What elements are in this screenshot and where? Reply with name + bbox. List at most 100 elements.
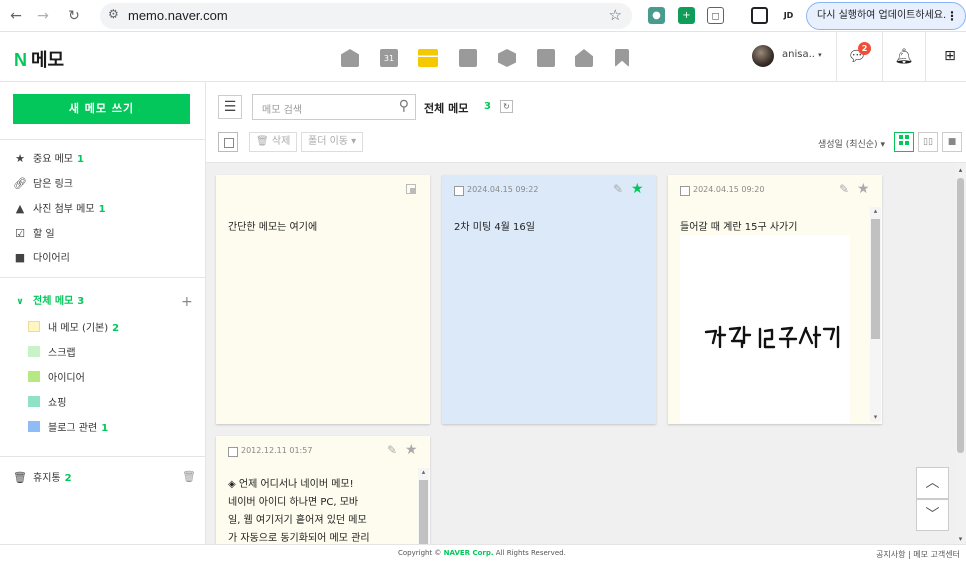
- bell-icon[interactable]: 🔔︎: [893, 45, 915, 67]
- delete-button[interactable]: 🗑︎ 삭제: [249, 132, 298, 152]
- scroll-top-button[interactable]: ︿: [916, 467, 949, 499]
- star-icon[interactable]: ★: [631, 181, 644, 197]
- folder-color-swatch: [28, 396, 40, 407]
- sidebar-item-todo[interactable]: ☑ 할 일: [13, 225, 59, 243]
- folder-shopping[interactable]: 쇼핑: [28, 395, 70, 413]
- folder-idea[interactable]: 아이디어: [28, 370, 89, 388]
- profile-initials[interactable]: JD: [780, 7, 797, 24]
- new-memo-button[interactable]: 새 메모 쓰기: [13, 94, 190, 124]
- back-arrow-icon[interactable]: ←: [6, 6, 26, 26]
- calendar-service-icon[interactable]: 31: [380, 49, 398, 67]
- sidebar-item-all-memo[interactable]: ∨ 전체 메모 3: [13, 293, 84, 311]
- select-all-checkbox[interactable]: [218, 132, 238, 152]
- scroll-up-icon[interactable]: ▴: [955, 165, 966, 175]
- memo-scrollbar[interactable]: ▴: [418, 468, 429, 544]
- username[interactable]: anisa.. ▾: [782, 49, 822, 60]
- scroll-up-icon[interactable]: ▴: [419, 468, 428, 477]
- memo-main: ☰ 메모 검색 ⚲ 전체 메모 3 ↻ 🗑︎ 삭제 폴더 이동 ▾ 생성일 (최…: [206, 82, 966, 544]
- sidebar-item-photo-memo[interactable]: ▲ 사진 첨부 메모 1: [13, 200, 106, 218]
- memo-card[interactable]: 2024.04.15 09:22 ✎ ★ 2차 미팅 4월 16일: [442, 175, 656, 424]
- diary-icon: ■: [14, 251, 26, 264]
- memo-scrollbar[interactable]: ▴ ▾: [870, 207, 881, 422]
- footer-links[interactable]: 공지사항 | 메모 고객센터: [876, 549, 960, 560]
- scroll-up-icon[interactable]: ▴: [871, 207, 880, 216]
- memo-card[interactable]: 간단한 메모는 여기에: [216, 175, 430, 424]
- edit-pencil-icon[interactable]: ✎: [613, 182, 623, 196]
- star-icon[interactable]: ★: [405, 442, 418, 458]
- memo-card-header: [216, 175, 430, 205]
- handwriting-image: [680, 235, 850, 423]
- update-browser-button[interactable]: 다시 실행하여 업데이트하세요. ⋮: [806, 2, 966, 30]
- site-info-icon[interactable]: ⚙: [108, 7, 119, 21]
- add-folder-icon[interactable]: +: [181, 294, 193, 310]
- memo-service-icon[interactable]: [418, 49, 438, 67]
- url-text[interactable]: memo.naver.com: [128, 8, 228, 23]
- extension-icon[interactable]: ●: [648, 7, 665, 24]
- scroll-down-icon[interactable]: ▾: [871, 413, 880, 422]
- copyright: Copyright © NAVER Corp. All Rights Reser…: [398, 549, 566, 557]
- page-scrollbar[interactable]: ▴ ▾: [955, 163, 966, 544]
- chat-badge: 2: [858, 42, 871, 55]
- chevron-down-icon: ﹀: [925, 507, 940, 523]
- edit-pencil-icon[interactable]: ✎: [387, 443, 397, 457]
- sort-dropdown[interactable]: 생성일 (최신순) ▾: [818, 137, 885, 150]
- memo-checkbox[interactable]: [454, 186, 464, 196]
- view-single-button[interactable]: ■: [942, 132, 962, 152]
- memo-checkbox[interactable]: [228, 447, 238, 457]
- reload-icon[interactable]: ↻: [64, 6, 84, 26]
- search-icon[interactable]: ⚲: [399, 98, 409, 114]
- memo-checkbox[interactable]: [680, 186, 690, 196]
- side-panel-icon[interactable]: [751, 7, 768, 24]
- memo-line: 네이버 아이디 하나면 PC, 모바: [228, 497, 359, 508]
- footer: Copyright © NAVER Corp. All Rights Reser…: [0, 544, 966, 561]
- folder-count: 3: [484, 101, 491, 112]
- scroll-bottom-button[interactable]: ﹀: [916, 499, 949, 531]
- empty-trash-icon[interactable]: 🗑︎: [182, 470, 196, 483]
- folder-color-swatch: [28, 346, 40, 357]
- scroll-thumb[interactable]: [871, 219, 880, 339]
- box-service-icon[interactable]: [498, 49, 516, 67]
- mail-service-icon[interactable]: [341, 49, 359, 67]
- todo-service-icon[interactable]: [537, 49, 555, 67]
- folder-blog[interactable]: 블로그 관련 1: [28, 420, 108, 438]
- bookmark-service-icon[interactable]: [615, 49, 629, 67]
- address-bar[interactable]: ⚙ memo.naver.com ☆: [100, 3, 632, 29]
- folder-color-swatch: [28, 321, 40, 332]
- bookmark-star-icon[interactable]: ☆: [609, 6, 622, 24]
- view-grid-button[interactable]: [894, 132, 914, 152]
- star-icon[interactable]: ★: [857, 181, 870, 197]
- search-input[interactable]: 메모 검색 ⚲: [252, 94, 416, 120]
- scroll-thumb[interactable]: [419, 480, 428, 544]
- expand-icon[interactable]: [406, 184, 416, 194]
- view-columns-button[interactable]: ▯▯: [918, 132, 938, 152]
- memo-date: 2024.04.15 09:22: [467, 185, 539, 194]
- memo-date: 2024.04.15 09:20: [693, 185, 765, 194]
- sidebar-item-links[interactable]: 🔗︎ 담은 링크: [13, 175, 77, 193]
- memo-text: ◈ 언제 어디서나 네이버 메모! 네이버 아이디 하나면 PC, 모바 일, …: [228, 476, 408, 544]
- memo-card[interactable]: 2012.12.11 01:57 ✎ ★ ◈ 언제 어디서나 네이버 메모! 네…: [216, 436, 430, 544]
- naver-memo-logo[interactable]: N 메모: [14, 46, 64, 72]
- home-service-icon[interactable]: [575, 49, 593, 67]
- link-icon: 🔗︎: [13, 177, 27, 190]
- sidebar-item-diary[interactable]: ■ 다이어리: [13, 249, 74, 267]
- menu-toggle-button[interactable]: ☰: [218, 95, 242, 119]
- edit-pencil-icon[interactable]: ✎: [839, 182, 849, 196]
- avatar[interactable]: [752, 45, 774, 67]
- sidebar-item-trash[interactable]: 🗑︎ 휴지통 2: [13, 469, 72, 487]
- scroll-thumb[interactable]: [957, 178, 964, 453]
- header-divider: [882, 32, 883, 82]
- trash-icon: 🗑︎: [13, 471, 27, 484]
- refresh-icon[interactable]: ↻: [500, 100, 513, 113]
- sidebar-item-important[interactable]: ★ 중요 메모 1: [13, 150, 84, 168]
- apps-grid-icon[interactable]: ⊞: [939, 45, 961, 67]
- puzzle-icon[interactable]: ◻: [707, 7, 724, 24]
- extension-plus-icon[interactable]: +: [678, 7, 695, 24]
- folder-scrap[interactable]: 스크랩: [28, 345, 80, 363]
- forward-arrow-icon[interactable]: →: [33, 6, 53, 26]
- move-folder-button[interactable]: 폴더 이동 ▾: [301, 132, 364, 152]
- scroll-down-icon[interactable]: ▾: [955, 534, 966, 544]
- contacts-service-icon[interactable]: [459, 49, 477, 67]
- folder-my-memo[interactable]: 내 메모 (기본) 2: [28, 320, 119, 338]
- memo-card[interactable]: 2024.04.15 09:20 ✎ ★ 들어갈 때 계란 15구 사가기 ▴ …: [668, 175, 882, 424]
- sidebar: 새 메모 쓰기 ★ 중요 메모 1 🔗︎ 담은 링크 ▲ 사진 첨부 메모 1 ☑ 할 일 …: [0, 82, 206, 544]
